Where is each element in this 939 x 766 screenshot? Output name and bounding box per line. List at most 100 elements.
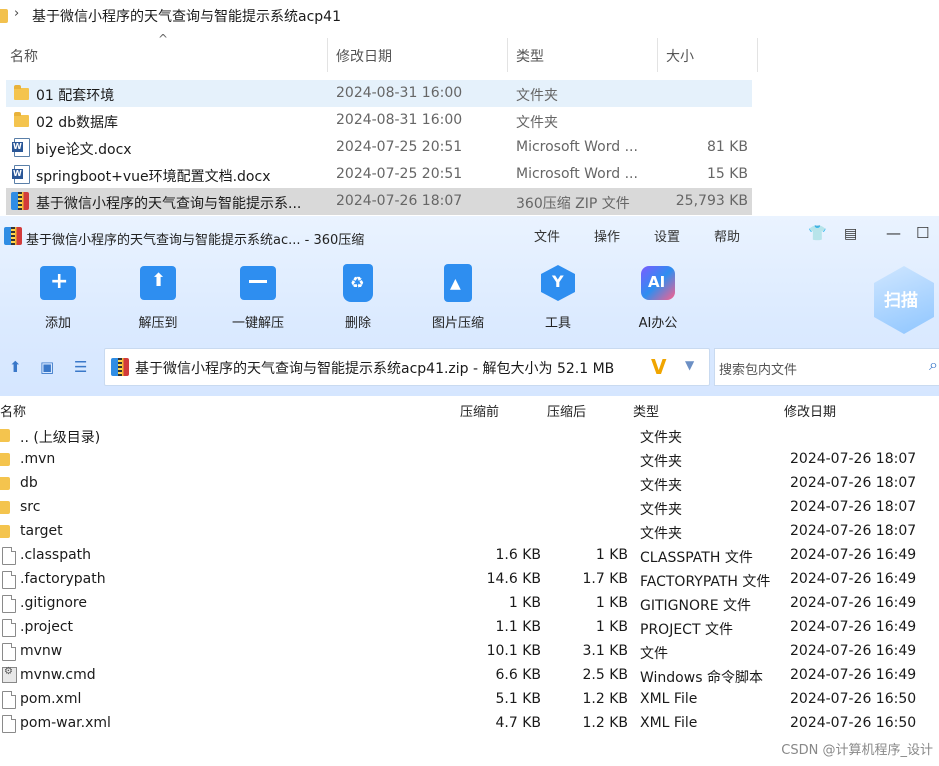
explorer-row[interactable]: 基于微信小程序的天气查询与智能提示系... 2024-07-26 18:07 3… xyxy=(6,188,752,215)
row-date: 2024-07-26 18:07 xyxy=(336,193,463,209)
explorer-row[interactable]: 02 db数据库 2024-08-31 16:00 文件夹 xyxy=(6,107,752,134)
file-compressed-size: 1.7 KB xyxy=(582,571,629,587)
tools-button[interactable]: Y 工具 xyxy=(523,262,593,334)
file-row[interactable]: .gitignore 1 KB 1 KB GITIGNORE 文件 2024-07-26… xyxy=(0,592,939,616)
column-compressed[interactable]: 压缩后 xyxy=(547,401,586,420)
word-doc-icon xyxy=(12,165,30,184)
scan-button[interactable]: 扫描 xyxy=(870,262,936,336)
one-click-extract-label: 一键解压 xyxy=(231,316,284,331)
column-name[interactable]: 名称 xyxy=(0,401,26,420)
row-size: 25,793 KB xyxy=(675,193,748,209)
file-name: pom-war.xml xyxy=(20,715,111,731)
file-type: GITIGNORE 文件 xyxy=(640,598,752,614)
extract-folder-icon: ⬆ xyxy=(140,266,176,300)
file-row[interactable]: pom.xml 5.1 KB 1.2 KB XML File 2024-07-26 16… xyxy=(0,688,939,712)
one-click-extract-button[interactable]: 一键解压 xyxy=(223,262,293,334)
file-row[interactable]: db 文件夹 2024-07-26 18:07 xyxy=(0,472,939,496)
feedback-icon[interactable]: ▤ xyxy=(844,226,857,242)
row-name: springboot+vue环境配置文档.docx xyxy=(36,169,271,185)
explorer-row[interactable]: springboot+vue环境配置文档.docx 2024-07-25 20:… xyxy=(6,161,752,188)
file-icon xyxy=(2,643,16,661)
column-packed[interactable]: 压缩前 xyxy=(460,401,499,420)
word-doc-icon xyxy=(12,138,30,157)
explorer-row[interactable]: 01 配套环境 2024-08-31 16:00 文件夹 xyxy=(6,80,752,107)
file-row[interactable]: pom-war.xml 4.7 KB 1.2 KB XML File 2024-07-2… xyxy=(0,712,939,736)
file-row[interactable]: .classpath 1.6 KB 1 KB CLASSPATH 文件 2024-07-… xyxy=(0,544,939,568)
column-divider[interactable] xyxy=(507,38,508,72)
menu-help[interactable]: 帮助 xyxy=(714,226,740,245)
search-icon[interactable]: ⌕ xyxy=(929,355,938,375)
folder-icon xyxy=(0,453,10,466)
file-row[interactable]: mvnw.cmd 6.6 KB 2.5 KB Windows 命令脚本 2024-07-… xyxy=(0,664,939,688)
minimize-button[interactable]: — xyxy=(886,224,901,242)
column-divider[interactable] xyxy=(757,38,758,72)
file-type: XML File xyxy=(640,715,698,731)
explorer-row[interactable]: biye论文.docx 2024-07-25 20:51 Microsoft W… xyxy=(6,134,752,161)
tools-label: 工具 xyxy=(544,316,571,331)
file-date: 2024-07-26 16:49 xyxy=(790,547,917,563)
menu-file[interactable]: 文件 xyxy=(534,226,560,245)
file-row[interactable]: target 文件夹 2024-07-26 18:07 xyxy=(0,520,939,544)
scan-label: 扫描 xyxy=(884,291,918,311)
file-name: src xyxy=(20,499,41,515)
column-date[interactable]: 修改日期 xyxy=(784,401,836,420)
row-type: 文件夹 xyxy=(516,115,558,131)
archive-address-bar[interactable]: 基于微信小程序的天气查询与智能提示系统acp41.zip - 解包大小为 52.… xyxy=(104,348,710,386)
list-view-icon[interactable]: ☰ xyxy=(74,358,87,376)
file-date: 2024-07-26 16:49 xyxy=(790,619,917,635)
file-date: 2024-07-26 18:07 xyxy=(790,475,917,491)
folder-icon xyxy=(14,112,29,127)
menu-settings[interactable]: 设置 xyxy=(654,226,680,245)
file-date: 2024-07-26 16:49 xyxy=(790,643,917,659)
file-date: 2024-07-26 16:49 xyxy=(790,571,917,587)
file-compressed-size: 3.1 KB xyxy=(582,643,629,659)
file-packed-size: 10.1 KB xyxy=(486,643,541,659)
file-icon xyxy=(2,619,16,637)
file-row[interactable]: src 文件夹 2024-07-26 18:07 xyxy=(0,496,939,520)
row-name: 02 db数据库 xyxy=(36,115,119,131)
extract-to-button[interactable]: ⬆ 解压到 xyxy=(123,262,193,334)
add-button[interactable]: + 添加 xyxy=(23,262,93,334)
file-name: mvnw.cmd xyxy=(20,667,96,683)
column-divider[interactable] xyxy=(327,38,328,72)
thumbnail-view-icon[interactable]: ▣ xyxy=(40,358,54,376)
file-date: 2024-07-26 18:07 xyxy=(790,451,917,467)
search-input[interactable]: 搜索包内文件 ⌕ xyxy=(714,348,939,386)
ai-office-label: AI办公 xyxy=(638,316,678,331)
column-date[interactable]: 修改日期 xyxy=(336,46,392,66)
row-type: Microsoft Word ... xyxy=(516,139,638,155)
zip-archive-icon xyxy=(111,358,129,376)
chevron-down-icon[interactable]: ▼ xyxy=(685,358,694,372)
delete-button[interactable]: ♻ 删除 xyxy=(323,262,393,334)
maximize-button[interactable]: ☐ xyxy=(916,224,929,242)
file-packed-size: 1.6 KB xyxy=(495,547,542,563)
row-name: 基于微信小程序的天气查询与智能提示系... xyxy=(36,196,302,212)
file-row[interactable]: .. (上级目录) 文件夹 xyxy=(0,424,939,448)
column-type[interactable]: 类型 xyxy=(516,46,544,66)
menu-operate[interactable]: 操作 xyxy=(594,226,620,245)
skin-shirt-icon[interactable]: 👕 xyxy=(808,224,827,242)
file-row[interactable]: .project 1.1 KB 1 KB PROJECT 文件 2024-07-26 1… xyxy=(0,616,939,640)
ai-office-button[interactable]: AI AI办公 xyxy=(623,262,693,334)
column-divider[interactable] xyxy=(657,38,658,72)
column-name[interactable]: 名称 xyxy=(10,46,38,66)
file-row[interactable]: .mvn 文件夹 2024-07-26 18:07 xyxy=(0,448,939,472)
column-size[interactable]: 大小 xyxy=(666,46,694,66)
delete-label: 删除 xyxy=(344,316,371,331)
file-date: 2024-07-26 16:49 xyxy=(790,667,917,683)
file-compressed-size: 1 KB xyxy=(595,619,628,635)
file-row[interactable]: .factorypath 14.6 KB 1.7 KB FACTORYPATH 文件 2… xyxy=(0,568,939,592)
file-row[interactable]: mvnw 10.1 KB 3.1 KB 文件 2024-07-26 16:49 xyxy=(0,640,939,664)
file-type: PROJECT 文件 xyxy=(640,622,733,638)
up-arrow-icon[interactable]: ⬆ xyxy=(9,358,22,376)
column-type[interactable]: 类型 xyxy=(633,401,659,420)
explorer-address-bar[interactable]: › 基于微信小程序的天气查询与智能提示系统acp41 xyxy=(0,0,939,32)
row-name: 01 配套环境 xyxy=(36,88,115,104)
chevron-right-icon[interactable]: › xyxy=(14,6,19,21)
file-name: .classpath xyxy=(20,547,92,563)
image-compress-icon: ▲ xyxy=(444,264,472,302)
watermark: CSDN @计算机程序_设计 xyxy=(781,743,933,758)
file-date: 2024-07-26 16:50 xyxy=(790,691,917,707)
row-date: 2024-07-25 20:51 xyxy=(336,166,463,182)
image-compress-button[interactable]: ▲ 图片压缩 xyxy=(423,262,493,334)
